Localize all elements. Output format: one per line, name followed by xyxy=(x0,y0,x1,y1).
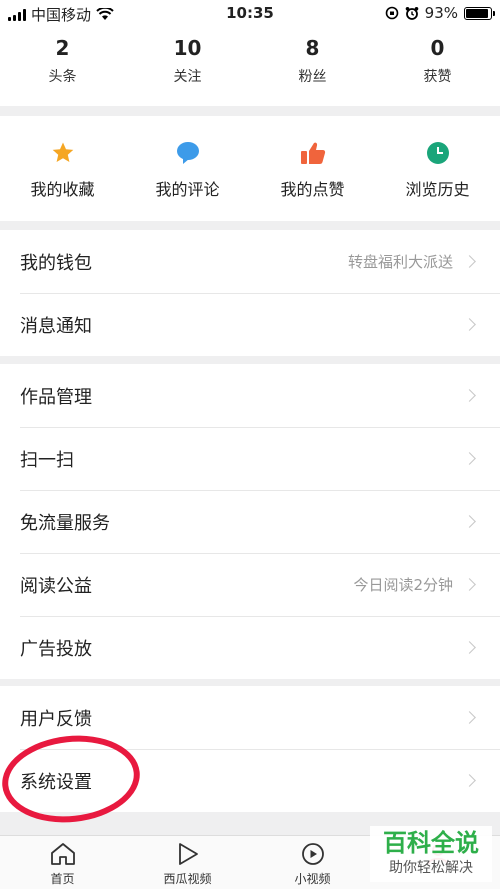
star-icon xyxy=(50,140,76,166)
watermark-subtitle: 助你轻松解决 xyxy=(389,860,473,876)
alarm-icon xyxy=(405,7,418,20)
tab-label: 首页 xyxy=(50,872,75,886)
menu-item-title: 系统设置 xyxy=(20,771,92,793)
menu-item-reading-charity[interactable]: 阅读公益 今日阅读2分钟 xyxy=(0,553,500,616)
stat-following[interactable]: 10 关注 xyxy=(125,26,250,106)
thumbs-up-icon xyxy=(300,140,326,166)
menu-item-title: 用户反馈 xyxy=(20,708,92,730)
menu-item-advertising[interactable]: 广告投放 xyxy=(0,616,500,679)
stat-label: 关注 xyxy=(173,69,202,85)
profile-stats: 2 头条 10 关注 8 粉丝 0 获赞 xyxy=(0,26,500,106)
stat-value: 2 xyxy=(55,36,70,60)
menu-item-title: 消息通知 xyxy=(20,315,92,337)
comment-icon xyxy=(175,140,201,166)
shortcut-label: 我的评论 xyxy=(155,180,220,199)
menu-item-feedback[interactable]: 用户反馈 xyxy=(0,686,500,749)
rotation-lock-icon xyxy=(385,6,398,20)
chevron-right-icon xyxy=(463,774,476,787)
status-bar: 中国移动 10:35 93% xyxy=(0,0,500,26)
shortcut-favorites[interactable]: 我的收藏 xyxy=(0,116,125,221)
menu-item-title: 免流量服务 xyxy=(20,512,110,534)
menu-item-scan[interactable]: 扫一扫 xyxy=(0,427,500,490)
stat-label: 获赞 xyxy=(423,69,452,85)
menu-item-title: 扫一扫 xyxy=(20,449,74,471)
battery-icon xyxy=(464,6,495,20)
shortcut-label: 我的收藏 xyxy=(30,180,95,199)
tab-short-video[interactable]: 小视频 xyxy=(250,836,375,889)
shortcut-label: 我的点赞 xyxy=(280,180,345,199)
menu-item-works-management[interactable]: 作品管理 xyxy=(0,364,500,427)
short-video-icon xyxy=(250,842,375,866)
menu-item-wallet[interactable]: 我的钱包 转盘福利大派送 xyxy=(0,230,500,293)
shortcut-likes[interactable]: 我的点赞 xyxy=(250,116,375,221)
menu-item-title: 广告投放 xyxy=(20,638,92,660)
chevron-right-icon xyxy=(463,318,476,331)
shortcut-label: 浏览历史 xyxy=(405,180,470,199)
menu-item-hint: 转盘福利大派送 xyxy=(347,253,453,271)
stat-followers[interactable]: 8 粉丝 xyxy=(250,26,375,106)
stat-label: 头条 xyxy=(48,69,77,85)
chevron-right-icon xyxy=(463,515,476,528)
watermark-title: 百科全说 xyxy=(383,829,479,857)
menu-group-wallet: 我的钱包 转盘福利大派送 消息通知 xyxy=(0,230,500,356)
menu-item-free-data[interactable]: 免流量服务 xyxy=(0,490,500,553)
menu-item-title: 我的钱包 xyxy=(20,252,92,274)
battery-percent: 93% xyxy=(424,4,458,22)
shortcut-history[interactable]: 浏览历史 xyxy=(375,116,500,221)
menu-group-settings: 用户反馈 系统设置 xyxy=(0,686,500,812)
shortcut-bar: 我的收藏 我的评论 我的点赞 浏览历史 xyxy=(0,116,500,221)
watermark-badge: 百科全说 助你轻松解决 xyxy=(370,826,492,882)
home-icon xyxy=(0,842,125,866)
shortcut-comments[interactable]: 我的评论 xyxy=(125,116,250,221)
stat-label: 粉丝 xyxy=(298,69,327,85)
menu-item-notifications[interactable]: 消息通知 xyxy=(0,293,500,356)
chevron-right-icon xyxy=(463,389,476,402)
chevron-right-icon xyxy=(463,255,476,268)
stat-headlines[interactable]: 2 头条 xyxy=(0,26,125,106)
stat-value: 0 xyxy=(430,36,445,60)
chevron-right-icon xyxy=(463,641,476,654)
menu-item-system-settings[interactable]: 系统设置 xyxy=(0,749,500,812)
tab-home[interactable]: 首页 xyxy=(0,836,125,889)
clock-icon xyxy=(425,140,451,166)
menu-item-hint: 今日阅读2分钟 xyxy=(353,576,453,594)
chevron-right-icon xyxy=(463,452,476,465)
chevron-right-icon xyxy=(463,711,476,724)
stat-likes-received[interactable]: 0 获赞 xyxy=(375,26,500,106)
stat-value: 8 xyxy=(305,36,320,60)
tab-xigua-video[interactable]: 西瓜视频 xyxy=(125,836,250,889)
play-icon xyxy=(125,842,250,866)
stat-value: 10 xyxy=(173,36,202,60)
tab-label: 西瓜视频 xyxy=(163,872,212,886)
menu-item-title: 阅读公益 xyxy=(20,575,92,597)
chevron-right-icon xyxy=(463,578,476,591)
menu-group-tools: 作品管理 扫一扫 免流量服务 阅读公益 今日阅读2分钟 广告投放 xyxy=(0,364,500,679)
tab-label: 小视频 xyxy=(294,872,331,886)
menu-item-title: 作品管理 xyxy=(20,386,92,408)
